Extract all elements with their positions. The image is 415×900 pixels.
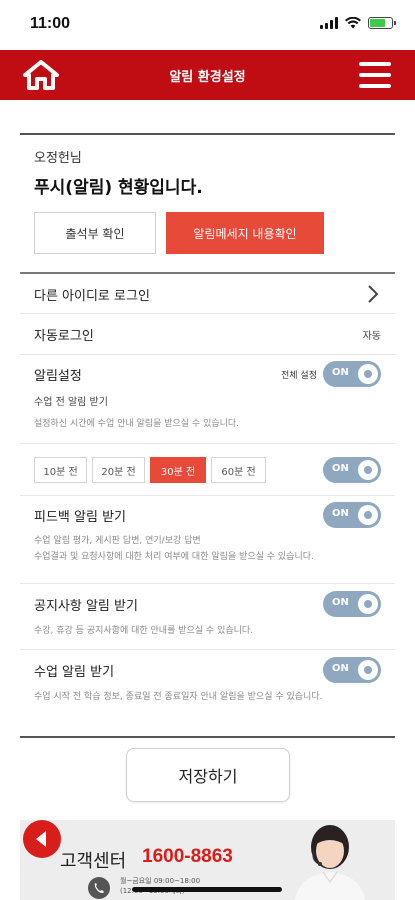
customer-center-label: 고객센터 (60, 851, 127, 872)
page-title: 알림 환경설정 (169, 70, 246, 85)
class-notification-description: 수업 시작 전 학습 정보, 종료일 전 종료일자 안내 알림을 받으실 수 있… (34, 692, 323, 702)
chevron-right-icon (368, 285, 379, 303)
toggle-knob (358, 460, 378, 480)
class-before-sublabel: 수업 전 알림 받기 (34, 397, 108, 408)
class-before-description: 설정하신 시간에 수업 안내 알림을 받으실 수 있습니다. (34, 419, 240, 429)
auto-login-row: 자동로그인 자동 (20, 314, 395, 355)
toggle-knob (358, 594, 378, 614)
feedback-label: 피드백 알림 받기 (34, 509, 126, 525)
toggle-on-label: ON (332, 508, 349, 519)
toggle-on-label: ON (332, 463, 349, 474)
time-option-30[interactable]: 30분 전 (150, 457, 206, 483)
notice-description: 수강, 휴강 등 공지사항에 대한 안내를 받으실 수 있습니다. (34, 626, 254, 636)
other-id-login-row[interactable]: 다른 아이디로 로그인 (20, 274, 395, 314)
status-icons (320, 17, 396, 29)
class-notification-label: 수업 알림 받기 (34, 664, 115, 680)
time-option-10[interactable]: 10분 전 (34, 457, 87, 483)
all-settings-label: 전체 설정 (281, 370, 317, 381)
cellular-signal-icon (320, 17, 338, 29)
hamburger-icon-line (359, 62, 391, 66)
push-status-title: 푸시(알림) 현황입니다. (34, 178, 203, 198)
time-options-row: 10분 전 20분 전 30분 전 60분 전 ON (20, 444, 395, 496)
status-bar: 11:00 (0, 0, 415, 50)
hours-line-1: 월~금요일 09:00~18:00 (120, 877, 201, 885)
toggle-knob (358, 660, 378, 680)
other-id-login-label: 다른 아이디로 로그인 (34, 288, 150, 304)
toggle-on-label: ON (332, 663, 349, 674)
time-option-20[interactable]: 20분 전 (92, 457, 145, 483)
arrow-left-icon (36, 831, 46, 847)
class-notification-row: 수업 알림 받기 ON 수업 시작 전 학습 정보, 종료일 전 종료일자 안내… (20, 650, 395, 736)
notice-notification-row: 공지사항 알림 받기 ON 수강, 휴강 등 공지사항에 대한 안내를 받으실 … (20, 584, 395, 650)
home-indicator (132, 887, 282, 892)
toggle-knob (358, 505, 378, 525)
toggle-on-label: ON (332, 597, 349, 608)
feedback-toggle[interactable]: ON (323, 502, 381, 528)
class-notification-toggle[interactable]: ON (323, 657, 381, 683)
feedback-description-2: 수업결과 및 요청사항에 대한 처리 여부에 대한 알림을 받으실 수 있습니다… (34, 551, 314, 562)
phone-icon (88, 877, 110, 899)
auto-login-label: 자동로그인 (34, 329, 94, 344)
save-button[interactable]: 저장하기 (126, 748, 290, 802)
notice-toggle[interactable]: ON (323, 591, 381, 617)
support-agent-image (295, 825, 365, 900)
wifi-icon (345, 17, 361, 29)
main-content: 오정헌님 푸시(알림) 현황입니다. 출석부 확인 알림메세지 내용확인 다른 … (0, 133, 415, 738)
attendance-button[interactable]: 출석부 확인 (34, 212, 156, 254)
time-options: 10분 전 20분 전 30분 전 60분 전 (34, 457, 266, 483)
notice-label: 공지사항 알림 받기 (34, 598, 138, 614)
action-buttons: 출석부 확인 알림메세지 내용확인 (34, 212, 381, 254)
divider (20, 736, 395, 738)
hamburger-icon-line (359, 84, 391, 88)
toggle-knob (358, 364, 378, 384)
notification-settings-row: 알림설정 전체 설정 ON 수업 전 알림 받기 설정하신 시간에 수업 안내 … (20, 355, 395, 444)
status-time: 11:00 (30, 15, 71, 32)
hamburger-icon-line (359, 73, 391, 77)
message-check-button[interactable]: 알림메세지 내용확인 (166, 212, 324, 254)
class-before-toggle[interactable]: ON (323, 457, 381, 483)
customer-center-phone[interactable]: 1600-8863 (142, 846, 233, 868)
feedback-notification-row: 피드백 알림 받기 ON 수업 알림 평가, 게시판 답변, 연기/보강 답변 … (20, 496, 395, 584)
feedback-description-1: 수업 알림 평가, 게시판 답변, 연기/보강 답변 (34, 536, 201, 546)
all-settings-toggle[interactable]: ON (323, 361, 381, 387)
battery-icon (368, 17, 396, 29)
user-name: 오정헌님 (34, 151, 82, 166)
greeting-section: 오정헌님 푸시(알림) 현황입니다. 출석부 확인 알림메세지 내용확인 (20, 135, 395, 254)
notification-settings-label: 알림설정 (34, 368, 82, 384)
menu-button[interactable] (359, 62, 391, 88)
auto-login-value: 자동 (362, 331, 381, 342)
toggle-on-label: ON (332, 367, 349, 378)
time-option-60[interactable]: 60분 전 (211, 457, 266, 483)
app-header: 알림 환경설정 (0, 50, 415, 100)
back-button[interactable] (23, 820, 61, 858)
